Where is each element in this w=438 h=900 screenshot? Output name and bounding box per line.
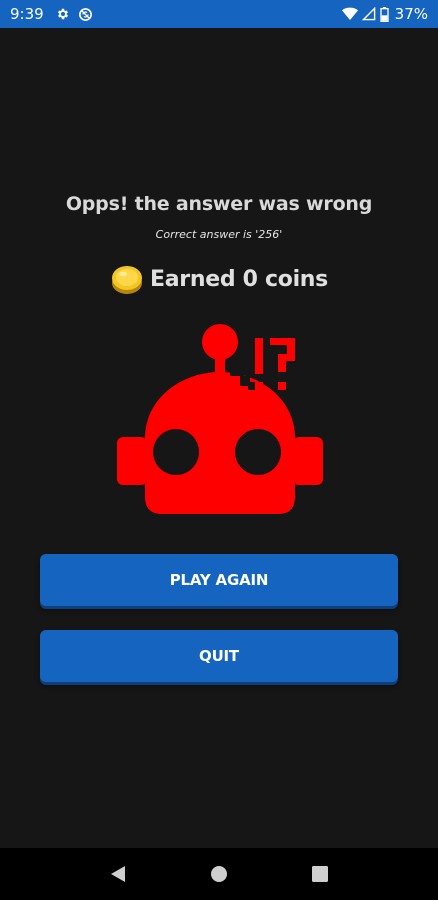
earned-coins-row: Earned 0 coins — [0, 262, 438, 296]
play-again-button[interactable]: PLAY AGAIN — [40, 554, 398, 606]
no-sync-icon — [78, 7, 93, 22]
back-icon[interactable] — [110, 865, 126, 883]
status-time: 9:39 — [10, 5, 44, 23]
coin-icon — [110, 262, 144, 296]
correct-answer-text: Correct answer is '256' — [155, 228, 283, 241]
battery-percent: 37% — [394, 5, 428, 23]
battery-icon — [379, 6, 389, 22]
quit-button[interactable]: QUIT — [40, 630, 398, 682]
confused-robot-icon — [110, 322, 330, 522]
game-over-screen: 9:39 37% Opps! the answer was wrong Corr… — [0, 0, 438, 900]
status-bar: 9:39 37% — [0, 0, 438, 28]
recents-icon[interactable] — [312, 866, 328, 882]
wifi-icon — [341, 7, 358, 21]
earned-coins-text: Earned 0 coins — [150, 266, 328, 292]
navigation-bar — [0, 848, 438, 900]
result-title: Opps! the answer was wrong — [65, 193, 373, 215]
home-icon[interactable] — [210, 865, 228, 883]
settings-icon — [56, 7, 70, 21]
signal-icon — [361, 7, 376, 21]
